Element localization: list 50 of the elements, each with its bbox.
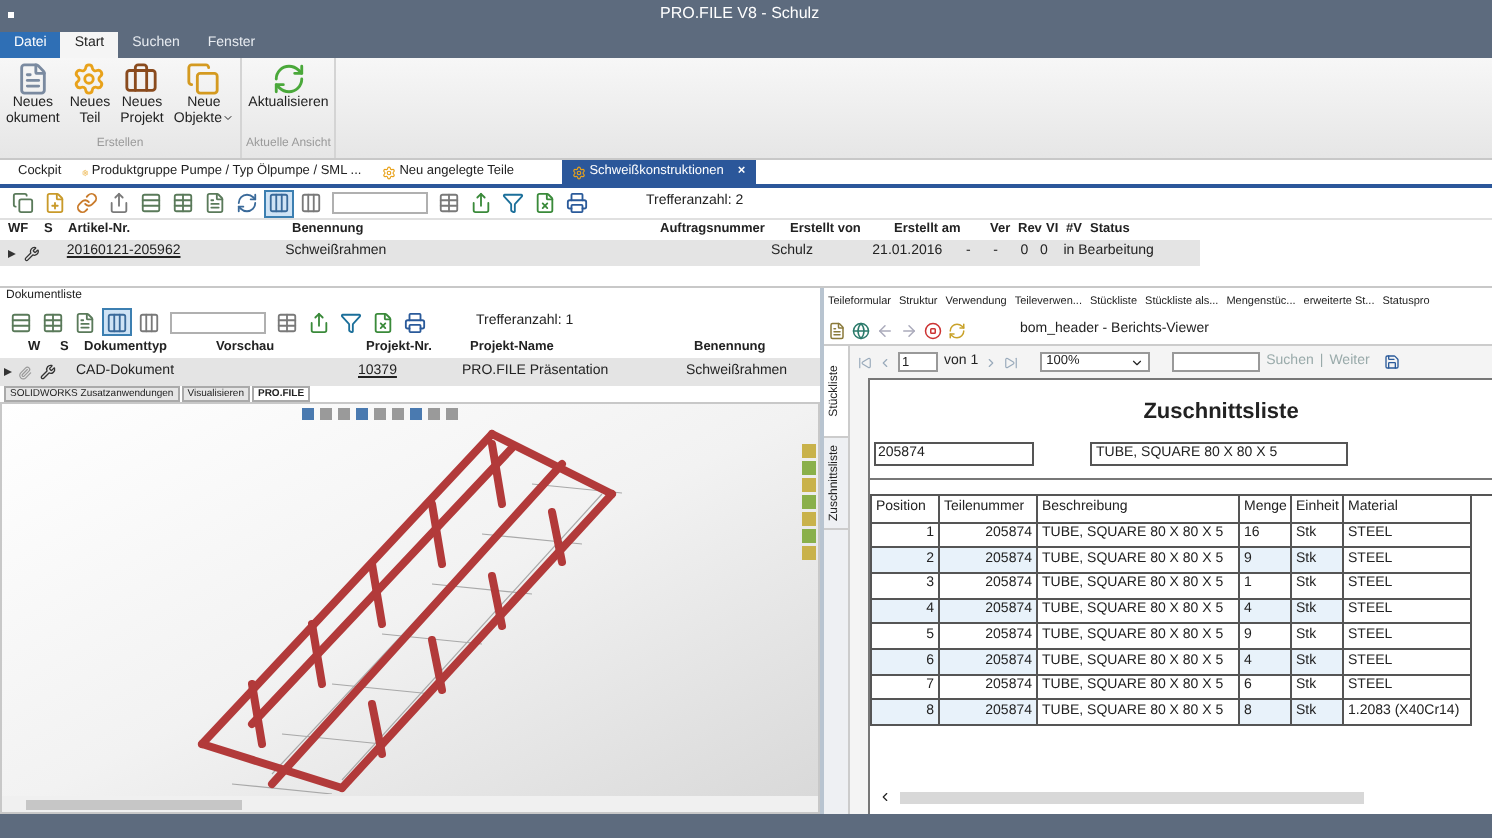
copy-icon[interactable]	[8, 189, 38, 217]
printer-icon[interactable]	[562, 189, 592, 217]
forward-icon[interactable]	[900, 321, 918, 339]
wrench-icon	[40, 364, 56, 380]
copy-icon	[186, 62, 221, 96]
refresh-icon	[271, 62, 306, 96]
link-icon[interactable]	[72, 189, 102, 217]
window-title: PRO.FILE V8 - Schulz	[660, 2, 820, 26]
scroll-left-icon[interactable]	[878, 790, 892, 804]
wrench-icon	[23, 245, 40, 261]
rows-icon[interactable]	[6, 308, 36, 336]
expander-arrow-icon[interactable]	[8, 249, 16, 257]
columns-icon[interactable]	[264, 189, 294, 217]
back-icon[interactable]	[876, 321, 894, 339]
caret-icon	[1130, 355, 1145, 369]
find-field[interactable]	[1172, 352, 1261, 372]
search-field[interactable]	[332, 192, 428, 214]
table-icon[interactable]	[272, 308, 302, 336]
table-icon[interactable]	[168, 189, 198, 217]
first-page-icon[interactable]	[858, 355, 872, 369]
scrollbar-thumb[interactable]	[26, 799, 242, 809]
report-title: Zuschnittsliste	[1143, 398, 1299, 428]
save-icon[interactable]	[1383, 354, 1400, 370]
stop-icon[interactable]	[924, 321, 942, 339]
columns-icon[interactable]	[102, 308, 132, 336]
table-icon[interactable]	[38, 308, 68, 336]
document-icon	[15, 62, 50, 96]
scrollbar-thumb[interactable]	[900, 791, 1364, 803]
gear-icon	[81, 165, 88, 179]
gear-icon	[72, 62, 107, 96]
globe-icon[interactable]	[852, 321, 870, 339]
side-tools-drawing	[802, 444, 816, 564]
gear-icon	[571, 165, 586, 179]
columns-icon[interactable]	[296, 189, 326, 217]
quick-access-icon[interactable]	[8, 11, 14, 17]
search-field[interactable]	[170, 311, 266, 333]
gear-icon	[381, 165, 396, 179]
columns-icon[interactable]	[134, 308, 164, 336]
paperclip-icon	[18, 365, 32, 379]
caret-icon	[222, 112, 235, 125]
briefcase-icon	[124, 62, 159, 96]
table-icon[interactable]	[434, 189, 464, 217]
refresh-icon[interactable]	[232, 189, 262, 217]
refresh-icon[interactable]	[948, 321, 966, 339]
filter-icon[interactable]	[336, 308, 366, 336]
filter-icon[interactable]	[498, 189, 528, 217]
document-icon[interactable]	[828, 321, 846, 339]
expander-arrow-icon[interactable]	[4, 368, 12, 376]
rows-icon[interactable]	[136, 189, 166, 217]
printer-icon[interactable]	[400, 308, 430, 336]
